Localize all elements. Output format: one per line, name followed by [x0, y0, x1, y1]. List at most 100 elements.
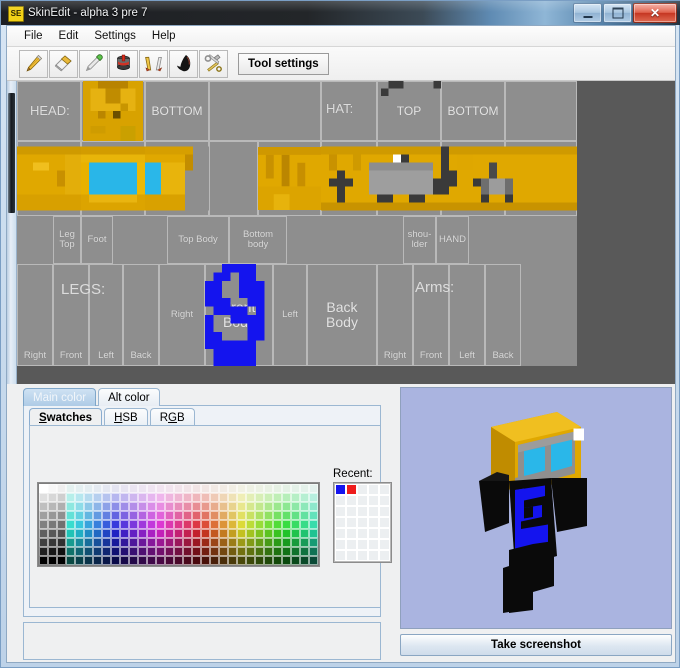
swatch-cell[interactable] — [111, 484, 120, 493]
swatch-cell[interactable] — [174, 502, 183, 511]
swatch-cell[interactable] — [75, 529, 84, 538]
swatch-cell[interactable] — [165, 538, 174, 547]
swatch-cell[interactable] — [273, 547, 282, 556]
swatch-cell[interactable] — [129, 511, 138, 520]
swatch-cell[interactable] — [147, 502, 156, 511]
recent-color-cell[interactable] — [335, 495, 346, 506]
swatch-cell[interactable] — [174, 538, 183, 547]
swatch-cell[interactable] — [156, 538, 165, 547]
recent-color-cell[interactable] — [346, 528, 357, 539]
swatch-cell[interactable] — [84, 547, 93, 556]
swatch-cell[interactable] — [255, 502, 264, 511]
swatch-cell[interactable] — [93, 547, 102, 556]
swatch-cell[interactable] — [282, 520, 291, 529]
swatch-cell[interactable] — [102, 493, 111, 502]
swatch-cell[interactable] — [165, 484, 174, 493]
swatch-cell[interactable] — [228, 538, 237, 547]
swatch-cell[interactable] — [147, 547, 156, 556]
head-bottom-cell[interactable]: BOTTOM — [145, 81, 209, 141]
menu-edit[interactable]: Edit — [51, 28, 87, 44]
swatch-cell[interactable] — [48, 502, 57, 511]
swatch-cell[interactable] — [84, 511, 93, 520]
swatch-cell[interactable] — [201, 547, 210, 556]
swatch-cell[interactable] — [273, 520, 282, 529]
swatch-cell[interactable] — [273, 556, 282, 565]
swatch-cell[interactable] — [309, 520, 318, 529]
swatch-cell[interactable] — [165, 493, 174, 502]
swatch-cell[interactable] — [57, 538, 66, 547]
model-preview[interactable] — [400, 387, 672, 629]
swatch-cell[interactable] — [75, 520, 84, 529]
swatch-cell[interactable] — [219, 547, 228, 556]
swatch-cell[interactable] — [309, 556, 318, 565]
swatch-cell[interactable] — [273, 493, 282, 502]
swatch-cell[interactable] — [57, 502, 66, 511]
swatch-cell[interactable] — [147, 556, 156, 565]
body-left-cell[interactable]: Left — [273, 264, 307, 366]
swatch-cell[interactable] — [237, 547, 246, 556]
recent-color-cell[interactable] — [357, 495, 368, 506]
swatch-cell[interactable] — [102, 556, 111, 565]
swatch-cell[interactable] — [111, 493, 120, 502]
swatch-cell[interactable] — [273, 484, 282, 493]
swatch-cell[interactable] — [255, 538, 264, 547]
swatch-cell[interactable] — [192, 502, 201, 511]
swatch-cell[interactable] — [228, 547, 237, 556]
bottom-body-cell[interactable]: Bottom body — [229, 216, 287, 264]
swatch-cell[interactable] — [183, 493, 192, 502]
hand-cell[interactable]: HAND — [436, 216, 469, 264]
swatch-cell[interactable] — [84, 484, 93, 493]
minimize-button[interactable] — [573, 3, 602, 23]
swatch-cell[interactable] — [237, 556, 246, 565]
recent-color-cell[interactable] — [346, 517, 357, 528]
body-right-cell[interactable]: Right — [159, 264, 205, 366]
swatch-cell[interactable] — [39, 493, 48, 502]
tab-hsb[interactable]: HSB — [104, 408, 148, 426]
swatch-cell[interactable] — [48, 493, 57, 502]
swatch-cell[interactable] — [300, 484, 309, 493]
shoulder-cell[interactable]: shou- lder — [403, 216, 436, 264]
swatch-cell[interactable] — [291, 493, 300, 502]
swatch-cell[interactable] — [201, 529, 210, 538]
scrollbar-thumb[interactable] — [8, 93, 15, 213]
swatch-cell[interactable] — [75, 493, 84, 502]
noise-tool-button[interactable] — [139, 49, 168, 78]
swatch-cell[interactable] — [237, 484, 246, 493]
recent-color-cell[interactable] — [335, 550, 346, 561]
swatch-cell[interactable] — [129, 502, 138, 511]
swatch-cell[interactable] — [156, 493, 165, 502]
swatch-cell[interactable] — [192, 556, 201, 565]
swatch-cell[interactable] — [93, 538, 102, 547]
swatch-cell[interactable] — [138, 502, 147, 511]
swatch-cell[interactable] — [120, 529, 129, 538]
swatch-cell[interactable] — [120, 547, 129, 556]
head-gap-cell[interactable] — [209, 141, 258, 216]
menu-file[interactable]: File — [16, 28, 51, 44]
eraser-tool-button[interactable] — [49, 49, 78, 78]
swatch-cell[interactable] — [246, 538, 255, 547]
swatch-cell[interactable] — [156, 529, 165, 538]
swatch-cell[interactable] — [192, 520, 201, 529]
recent-color-cell[interactable] — [379, 484, 390, 495]
swatch-cell[interactable] — [129, 493, 138, 502]
recent-color-cell[interactable] — [357, 484, 368, 495]
recent-color-cell[interactable] — [379, 550, 390, 561]
swatch-cell[interactable] — [66, 529, 75, 538]
swatch-cell[interactable] — [57, 547, 66, 556]
swatch-cell[interactable] — [300, 493, 309, 502]
swatch-cell[interactable] — [138, 511, 147, 520]
swatch-cell[interactable] — [282, 547, 291, 556]
swatch-cell[interactable] — [174, 493, 183, 502]
swatch-cell[interactable] — [138, 529, 147, 538]
recent-color-cell[interactable] — [379, 495, 390, 506]
swatch-cell[interactable] — [237, 538, 246, 547]
swatch-cell[interactable] — [309, 502, 318, 511]
swatch-cell[interactable] — [246, 493, 255, 502]
swatch-cell[interactable] — [84, 493, 93, 502]
swatch-cell[interactable] — [282, 511, 291, 520]
swatch-cell[interactable] — [120, 538, 129, 547]
swatch-cell[interactable] — [111, 529, 120, 538]
close-button[interactable]: ✕ — [633, 3, 677, 23]
swatch-cell[interactable] — [183, 529, 192, 538]
swatch-cell[interactable] — [174, 529, 183, 538]
